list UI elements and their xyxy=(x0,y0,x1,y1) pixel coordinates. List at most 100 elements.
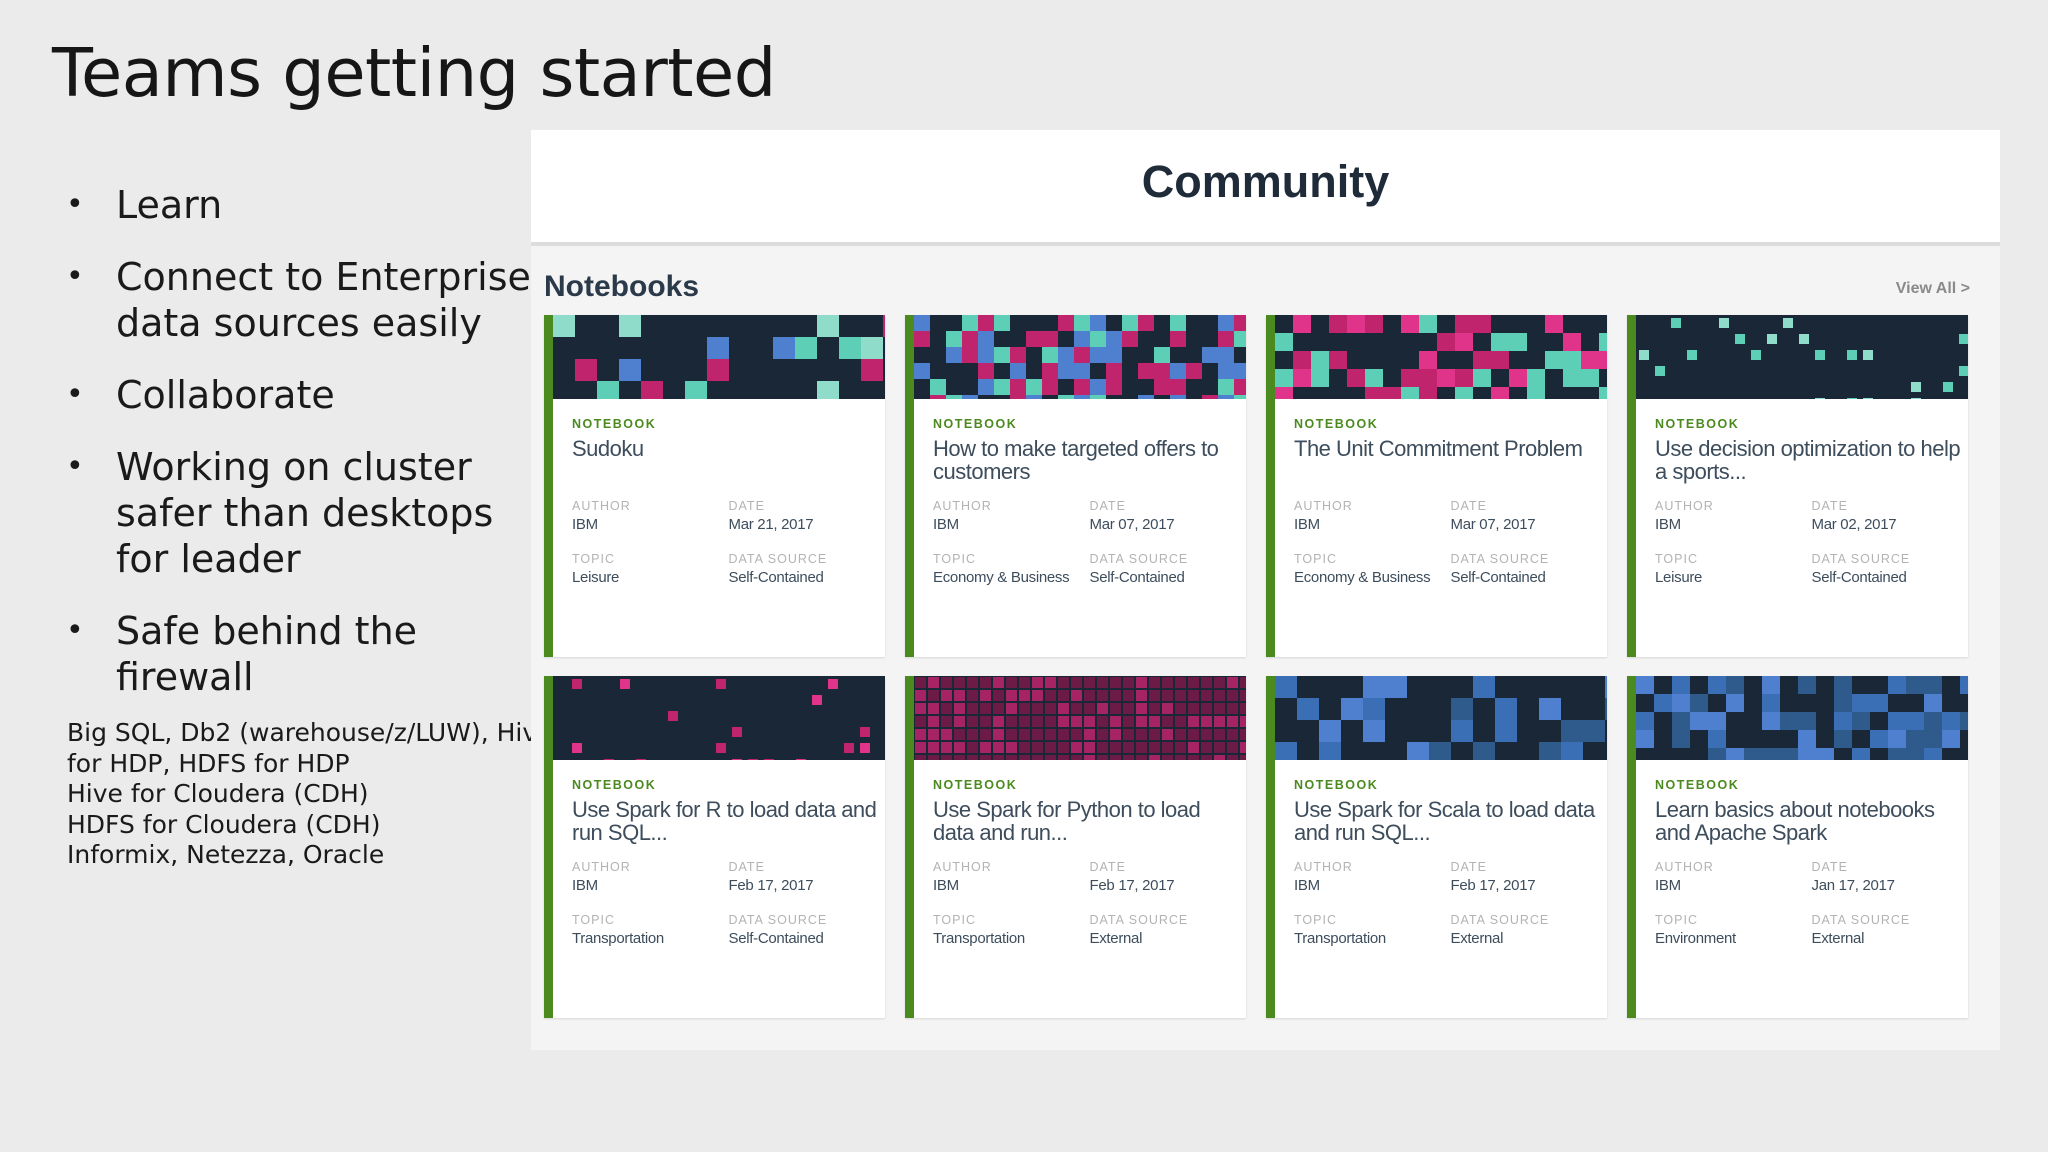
date-field: DATE Mar 21, 2017 xyxy=(729,499,886,533)
topic-label: TOPIC xyxy=(1294,913,1337,927)
view-all-link[interactable]: View All > xyxy=(1896,280,1970,298)
notebook-card[interactable]: NOTEBOOK Use Spark for Python to load dat… xyxy=(905,676,1246,1018)
card-meta-row: TOPIC Transportation DATA SOURCE Self-Conta… xyxy=(572,913,885,947)
card-meta-row: TOPIC Leisure DATA SOURCE Self-Contained xyxy=(572,552,885,586)
topic-value: Transportation xyxy=(1294,930,1386,947)
card-type-label: NOTEBOOK xyxy=(572,417,657,431)
card-pattern-banner xyxy=(1275,676,1607,760)
topic-value: Transportation xyxy=(572,930,664,947)
author-field: AUTHOR IBM xyxy=(933,860,1090,894)
card-meta-row: AUTHOR IBM DATE Feb 17, 2017 xyxy=(1294,860,1607,894)
notebook-card[interactable]: NOTEBOOK Use Spark for R to load data and… xyxy=(544,676,885,1018)
date-value: Jan 17, 2017 xyxy=(1811,877,1895,894)
date-value: Mar 07, 2017 xyxy=(1450,516,1536,533)
data-source-field: DATA SOURCE External xyxy=(1812,913,1969,947)
notebooks-section-title: Notebooks xyxy=(544,270,700,303)
date-field: DATE Jan 17, 2017 xyxy=(1812,860,1969,894)
card-pattern-banner xyxy=(914,676,1246,760)
card-meta-row: TOPIC Leisure DATA SOURCE Self-Contained xyxy=(1655,552,1968,586)
date-label: DATE xyxy=(728,499,765,513)
data-source-field: DATA SOURCE Self-Contained xyxy=(1812,552,1969,586)
topic-field: TOPIC Transportation xyxy=(572,913,729,947)
sources-line: for HDP, HDFS for HDP xyxy=(67,748,350,778)
card-title[interactable]: Learn basics about notebooks and Apache … xyxy=(1655,798,1968,848)
data-sources-note: Big SQL, Db2 (warehouse/z/LUW), Hive for… xyxy=(67,718,553,871)
bullet-item: Working on cluster safer than desktops f… xyxy=(66,444,536,582)
date-label: DATE xyxy=(1089,499,1126,513)
author-label: AUTHOR xyxy=(933,499,992,513)
card-meta-row: AUTHOR IBM DATE Jan 17, 2017 xyxy=(1655,860,1968,894)
author-label: AUTHOR xyxy=(1655,499,1714,513)
topic-label: TOPIC xyxy=(572,913,615,927)
topic-field: TOPIC Transportation xyxy=(1294,913,1451,947)
card-title[interactable]: Use Spark for Scala to load data and run… xyxy=(1294,798,1607,848)
author-label: AUTHOR xyxy=(572,499,631,513)
author-value: IBM xyxy=(572,877,598,894)
bullet-item: Collaborate xyxy=(66,372,536,418)
card-title[interactable]: The Unit Commitment Problem xyxy=(1294,437,1607,487)
card-type-label: NOTEBOOK xyxy=(933,778,1018,792)
card-meta-row: AUTHOR IBM DATE Feb 17, 2017 xyxy=(572,860,885,894)
card-title[interactable]: Sudoku xyxy=(572,437,885,487)
notebook-card[interactable]: NOTEBOOK Use decision optimization to hel… xyxy=(1627,315,1968,657)
notebook-card[interactable]: NOTEBOOK Learn basics about notebooks and… xyxy=(1627,676,1968,1018)
date-label: DATE xyxy=(1811,499,1848,513)
card-title[interactable]: Use Spark for Python to load data and ru… xyxy=(933,798,1246,848)
author-label: AUTHOR xyxy=(933,860,992,874)
author-field: AUTHOR IBM xyxy=(572,499,729,533)
data-source-label: DATA SOURCE xyxy=(1089,552,1189,566)
data-source-label: DATA SOURCE xyxy=(728,913,828,927)
author-value: IBM xyxy=(1655,516,1681,533)
data-source-label: DATA SOURCE xyxy=(1811,552,1911,566)
bullet-list: Learn Connect to Enterprise data sources… xyxy=(66,182,536,726)
data-source-field: DATA SOURCE Self-Contained xyxy=(729,552,886,586)
card-type-label: NOTEBOOK xyxy=(933,417,1018,431)
date-field: DATE Feb 17, 2017 xyxy=(1451,860,1608,894)
notebook-card[interactable]: NOTEBOOK How to make targeted offers to c… xyxy=(905,315,1246,657)
topic-value: Environment xyxy=(1655,930,1736,947)
author-field: AUTHOR IBM xyxy=(1294,860,1451,894)
card-title[interactable]: Use Spark for R to load data and run SQL… xyxy=(572,798,885,848)
data-source-label: DATA SOURCE xyxy=(728,552,828,566)
data-source-label: DATA SOURCE xyxy=(1089,913,1189,927)
author-value: IBM xyxy=(933,877,959,894)
card-type-label: NOTEBOOK xyxy=(1655,417,1740,431)
card-meta-row: TOPIC Economy & Business DATA SOURCE Self-C… xyxy=(1294,552,1607,586)
author-value: IBM xyxy=(572,516,598,533)
topic-field: TOPIC Transportation xyxy=(933,913,1090,947)
data-source-value: Self-Contained xyxy=(728,930,824,947)
notebook-card[interactable]: NOTEBOOK The Unit Commitment Problem AUTHO… xyxy=(1266,315,1607,657)
card-title[interactable]: How to make targeted offers to customers xyxy=(933,437,1246,487)
card-meta-row: AUTHOR IBM DATE Mar 07, 2017 xyxy=(1294,499,1607,533)
card-meta-row: TOPIC Transportation DATA SOURCE External xyxy=(1294,913,1607,947)
card-type-label: NOTEBOOK xyxy=(1294,778,1379,792)
sources-line: Hive for Cloudera (CDH) xyxy=(67,779,369,808)
notebook-card[interactable]: NOTEBOOK Sudoku AUTHOR IBM DATE Mar 21, 2017 T… xyxy=(544,315,885,657)
topic-field: TOPIC Leisure xyxy=(1655,552,1812,586)
author-value: IBM xyxy=(1294,877,1320,894)
topic-label: TOPIC xyxy=(1655,913,1698,927)
sources-line: Big SQL, Db2 (warehouse/z/LUW), Hive xyxy=(67,718,553,747)
topic-label: TOPIC xyxy=(1655,552,1698,566)
community-header: Community xyxy=(531,130,2000,246)
card-type-label: NOTEBOOK xyxy=(1294,417,1379,431)
date-field: DATE Mar 02, 2017 xyxy=(1812,499,1969,533)
card-pattern-banner xyxy=(1636,676,1968,760)
card-meta-row: TOPIC Transportation DATA SOURCE External xyxy=(933,913,1246,947)
data-source-field: DATA SOURCE External xyxy=(1451,913,1608,947)
card-pattern-banner xyxy=(914,315,1246,399)
data-source-field: DATA SOURCE External xyxy=(1090,913,1247,947)
date-value: Mar 02, 2017 xyxy=(1811,516,1897,533)
topic-value: Transportation xyxy=(933,930,1025,947)
card-title[interactable]: Use decision optimization to help a spor… xyxy=(1655,437,1968,487)
topic-field: TOPIC Economy & Business xyxy=(933,552,1090,586)
notebook-card[interactable]: NOTEBOOK Use Spark for Scala to load data… xyxy=(1266,676,1607,1018)
date-label: DATE xyxy=(1089,860,1126,874)
card-pattern-banner xyxy=(1636,315,1968,399)
author-label: AUTHOR xyxy=(1294,499,1353,513)
data-source-value: External xyxy=(1089,930,1143,947)
card-pattern-banner xyxy=(553,676,885,760)
author-value: IBM xyxy=(1294,516,1320,533)
data-source-value: External xyxy=(1811,930,1865,947)
topic-value: Leisure xyxy=(572,569,620,586)
